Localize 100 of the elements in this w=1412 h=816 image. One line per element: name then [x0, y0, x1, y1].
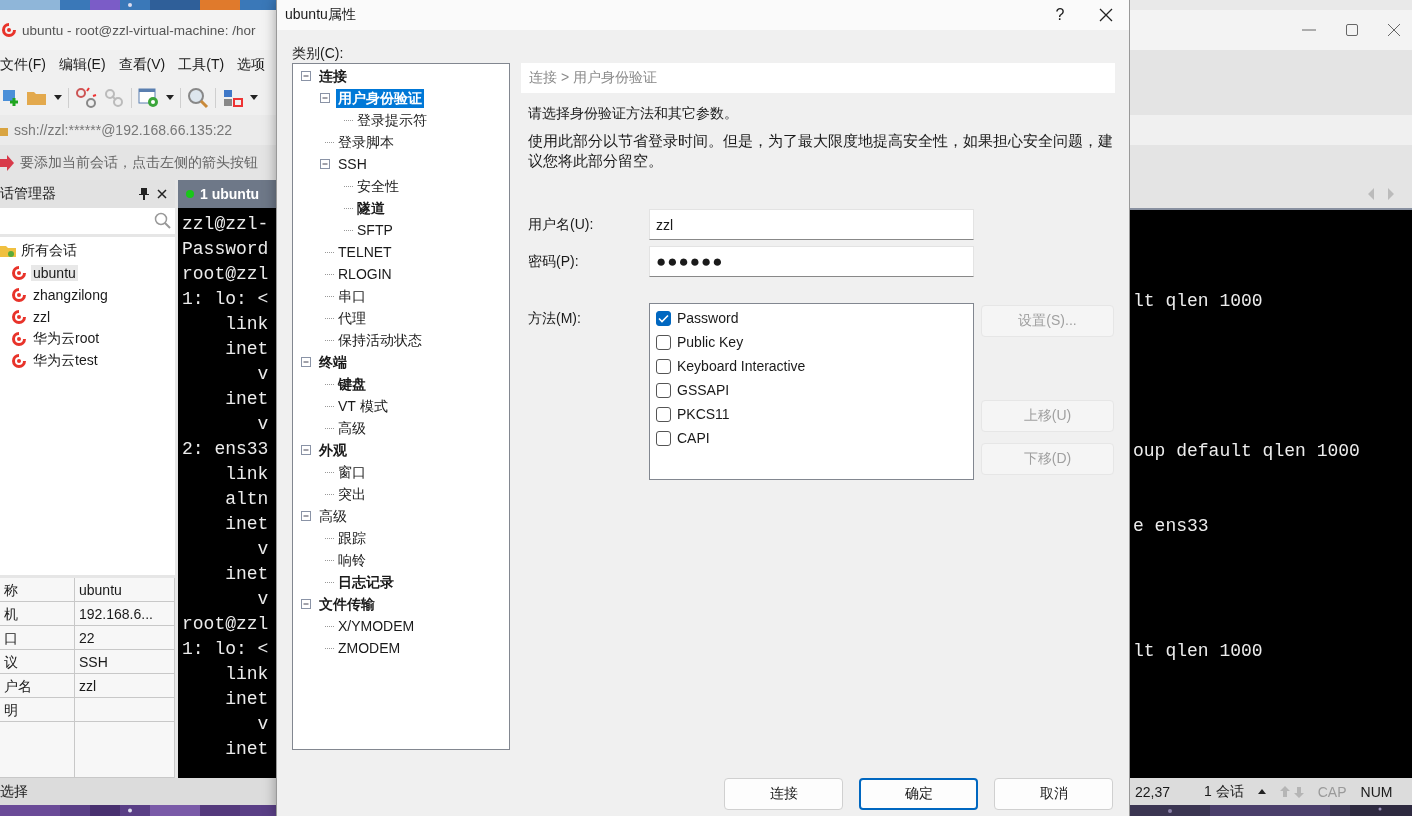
collapse-icon[interactable] — [320, 93, 330, 103]
menu-item[interactable]: 文件(F) — [0, 56, 46, 74]
checkbox-label[interactable]: GSSAPI — [677, 382, 730, 398]
up-triangle-icon[interactable] — [1257, 789, 1266, 794]
terminal-line: link — [224, 313, 270, 336]
dialog-button[interactable]: 连接 — [724, 778, 843, 810]
session-item[interactable]: 华为云test — [31, 352, 100, 370]
collapse-icon[interactable] — [301, 445, 311, 455]
terminal-line: 2: ens33 — [182, 438, 270, 461]
checkbox-label[interactable]: PKCS11 — [677, 406, 730, 422]
password-field[interactable]: ●●●●●● — [649, 246, 974, 277]
terminal-tab[interactable]: 1 ubuntu — [178, 180, 276, 208]
tree-item[interactable]: 串口 — [336, 286, 368, 306]
gear-window-icon[interactable] — [138, 86, 160, 109]
tree-item[interactable]: ZMODEM — [336, 638, 403, 658]
tree-item[interactable]: 跟踪 — [336, 528, 368, 548]
tree-item[interactable]: 连接 — [317, 66, 349, 86]
terminal-line: inet — [224, 388, 270, 411]
search-icon[interactable] — [154, 212, 172, 230]
status-text: 选择 — [0, 782, 28, 801]
new-session-icon[interactable] — [2, 87, 20, 108]
breadcrumb: 连接 > 用户身份验证 — [521, 63, 1115, 93]
disconnect-icon[interactable] — [75, 86, 97, 109]
terminal-line: inet — [224, 563, 270, 586]
tree-item[interactable]: 响铃 — [336, 550, 368, 570]
tree-item[interactable]: 文件传输 — [317, 594, 377, 614]
session-item[interactable]: ubuntu — [31, 265, 78, 281]
help-button[interactable]: ? — [1037, 6, 1083, 24]
close-icon[interactable] — [157, 189, 167, 199]
collapse-icon[interactable] — [301, 71, 311, 81]
caret-icon[interactable] — [250, 94, 258, 101]
tree-item[interactable]: 键盘 — [336, 374, 368, 394]
terminal-line: inet — [224, 738, 270, 761]
terminal-line: v — [256, 538, 270, 561]
checkbox[interactable] — [656, 358, 671, 374]
field-label: 密码(P): — [528, 252, 580, 271]
tree-item[interactable]: 高级 — [317, 506, 349, 526]
checkbox[interactable] — [656, 430, 671, 446]
field-label: 方法(M): — [528, 309, 582, 328]
arrow-icon[interactable] — [0, 154, 14, 171]
tree-item[interactable]: TELNET — [336, 242, 394, 262]
property-name: 户名 — [0, 674, 75, 698]
collapse-icon[interactable] — [301, 599, 311, 609]
tree-item[interactable]: 所有会话 — [19, 242, 79, 260]
dialog-button[interactable]: 取消 — [994, 778, 1113, 810]
swirl-icon — [10, 309, 28, 325]
checkbox[interactable] — [656, 310, 671, 326]
property-name: 口 — [0, 626, 75, 650]
menu-item[interactable]: 工具(T) — [178, 56, 225, 74]
session-item[interactable]: zhangzilong — [31, 287, 110, 303]
collapse-icon[interactable] — [301, 511, 311, 521]
tree-item[interactable]: 登录脚本 — [336, 132, 396, 152]
collapse-icon[interactable] — [301, 357, 311, 367]
tree-item[interactable]: 终端 — [317, 352, 349, 372]
checkbox-label[interactable]: Keyboard Interactive — [677, 358, 806, 374]
terminal-line: v — [256, 413, 270, 436]
checkbox[interactable] — [656, 406, 671, 422]
tree-item[interactable]: 突出 — [336, 484, 368, 504]
tree-item[interactable]: RLOGIN — [336, 264, 394, 284]
terminal-line: Password — [182, 238, 270, 261]
tree-item[interactable]: 日志记录 — [336, 572, 396, 592]
tree-item[interactable]: 用户身份验证 — [336, 88, 424, 108]
menu-item[interactable]: 编辑(E) — [58, 56, 106, 74]
tree-item[interactable]: 代理 — [336, 308, 368, 328]
folder-icon[interactable] — [0, 244, 16, 258]
tree-item[interactable]: SSH — [336, 154, 369, 174]
tree-item[interactable]: 隧道 — [355, 198, 387, 218]
dialog-button[interactable]: 确定 — [859, 778, 978, 810]
tree-item[interactable]: 登录提示符 — [355, 110, 429, 130]
terminal-line: lt qlen 1000 — [1133, 640, 1264, 663]
session-item[interactable]: zzl — [31, 309, 53, 325]
tree-item[interactable]: X/YMODEM — [336, 616, 417, 636]
search-icon[interactable] — [187, 86, 209, 109]
checkbox[interactable] — [656, 382, 671, 398]
tree-item[interactable]: 外观 — [317, 440, 349, 460]
menu-item[interactable]: 选项 — [237, 56, 266, 74]
username-field[interactable]: zzl — [649, 209, 974, 240]
tree-item[interactable]: 保持活动状态 — [336, 330, 424, 350]
caret-icon[interactable] — [54, 94, 62, 101]
checkbox-label[interactable]: Public Key — [677, 334, 744, 350]
tree-item[interactable]: SFTP — [355, 220, 395, 240]
terminal-line: v — [256, 363, 270, 386]
session-item[interactable]: 华为云root — [31, 330, 102, 348]
field-label: 用户名(U): — [528, 215, 595, 234]
key-indicator: NUM — [1360, 783, 1393, 800]
menu-item[interactable]: 查看(V) — [118, 56, 166, 74]
checkbox[interactable] — [656, 334, 671, 350]
close-icon[interactable] — [1099, 8, 1113, 22]
tree-item[interactable]: 高级 — [336, 418, 368, 438]
pin-icon[interactable] — [139, 188, 149, 200]
session-count: 1 会话 — [1204, 782, 1244, 801]
collapse-icon[interactable] — [320, 159, 330, 169]
maximize-icon[interactable] — [1346, 24, 1358, 36]
terminal-line: v — [256, 588, 270, 611]
tree-item[interactable]: 安全性 — [355, 176, 401, 196]
checkbox-label[interactable]: CAPI — [677, 430, 710, 446]
checkbox-label[interactable]: Password — [677, 310, 739, 326]
tree-item[interactable]: VT 模式 — [336, 396, 390, 416]
caret-icon[interactable] — [166, 94, 174, 101]
tree-item[interactable]: 窗口 — [336, 462, 368, 482]
